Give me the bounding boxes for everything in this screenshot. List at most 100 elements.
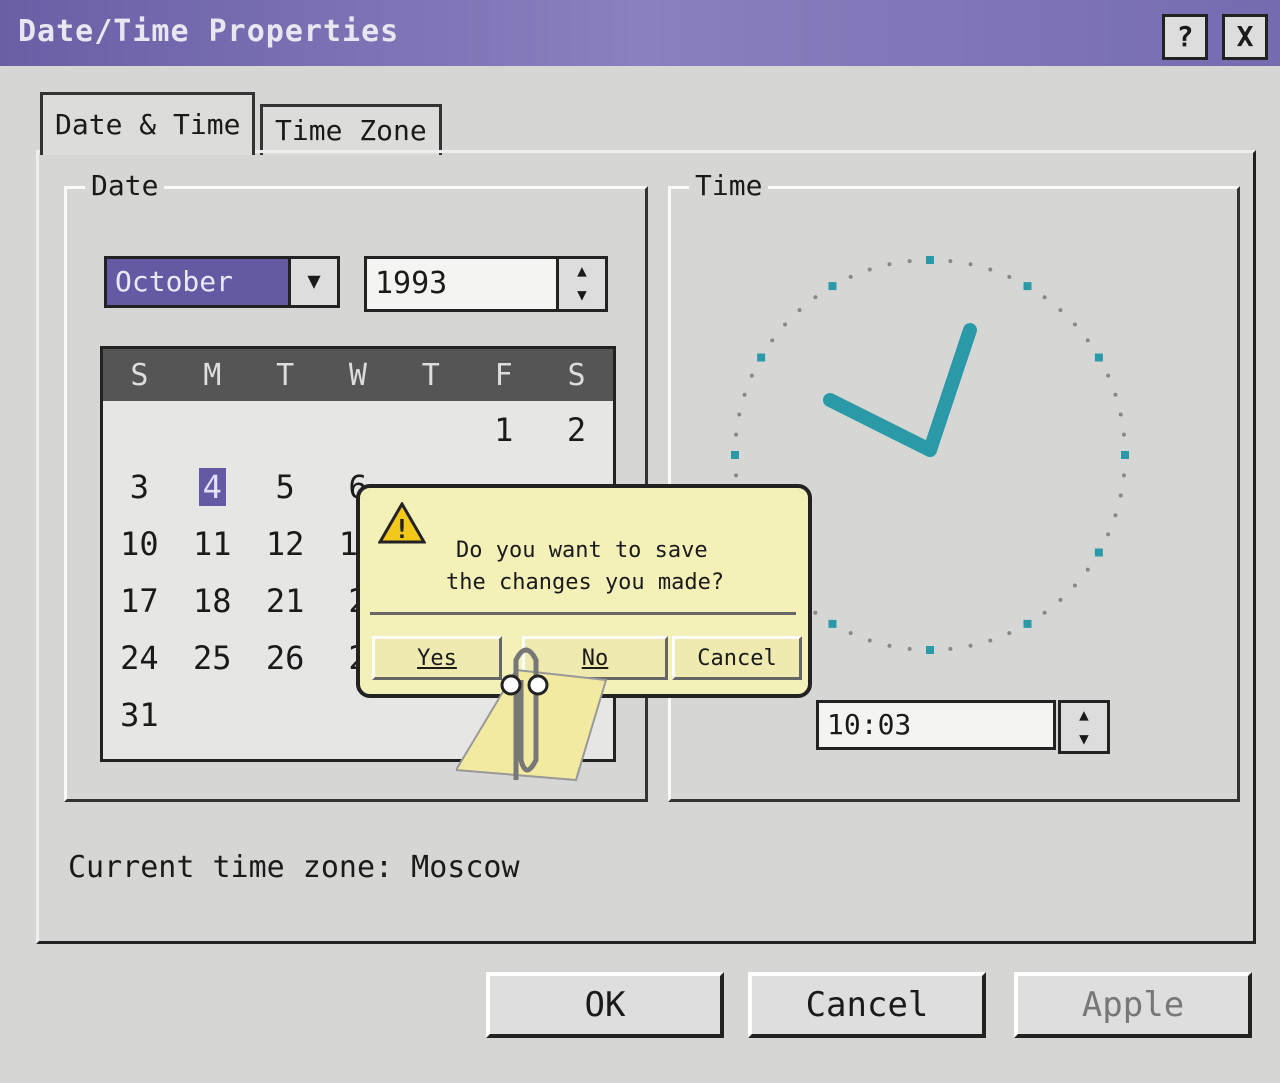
day-number[interactable]: 25 [193,639,232,677]
minute-mark [1118,412,1123,417]
day-number[interactable]: 2 [567,411,586,449]
hour-mark [731,451,739,459]
time-field[interactable]: 10:03 [816,700,1056,750]
weekday-label: T [421,357,440,393]
minute-mark [734,432,739,437]
minute-mark [948,259,953,264]
minute-mark [1085,567,1090,572]
day-number[interactable]: 26 [266,639,305,677]
calendar-day[interactable]: 2 [540,401,613,458]
time-group-label: Time [689,169,769,202]
year-field[interactable]: 1993 [364,256,562,312]
minute-mark [848,631,853,636]
minute-mark [988,267,993,272]
dialog-message-line1: Do you want to save [456,538,708,563]
calendar-day [176,401,249,458]
minute-mark [948,646,953,651]
minute-mark [1058,308,1063,313]
hour-mark [1023,619,1032,628]
day-number[interactable]: 12 [266,525,305,563]
minute-mark [867,638,872,643]
minute-mark [848,274,853,279]
svg-text:!: ! [394,515,410,544]
minute-mark [813,610,818,615]
minute-mark [1118,493,1123,498]
day-number[interactable]: 11 [193,525,232,563]
calendar-weekday-header: SMTWTFS [103,349,613,401]
day-number[interactable]: 3 [130,468,149,506]
minute-mark [1106,532,1111,537]
day-number[interactable]: 18 [193,582,232,620]
tab-time-zone[interactable]: Time Zone [260,104,442,155]
title-bar: Date/Time Properties ? X [0,0,1280,66]
hour-mark [1121,451,1129,459]
calendar-day[interactable]: 10 [103,515,176,572]
calendar-day [249,686,322,743]
month-dropdown-button[interactable]: ▼ [288,256,340,308]
weekday-label: S [130,357,149,393]
weekday-label: S [567,357,586,393]
weekday-label: W [348,357,367,393]
cancel-button[interactable]: Cancel [748,972,986,1038]
minute-hand [923,323,977,457]
minute-mark [1042,295,1047,300]
day-number[interactable]: 31 [120,696,159,734]
calendar-day[interactable]: 5 [249,458,322,515]
help-button[interactable]: ? [1162,14,1208,60]
calendar-day[interactable]: 4 [176,458,249,515]
hour-mark [757,353,766,362]
calendar-day[interactable]: 31 [103,686,176,743]
day-number[interactable]: 17 [120,582,159,620]
calendar-day[interactable]: 12 [249,515,322,572]
minute-mark [770,338,775,343]
calendar-day[interactable]: 11 [176,515,249,572]
minute-mark [907,646,912,651]
minute-mark [797,308,802,313]
minute-mark [968,262,973,267]
calendar-day[interactable]: 17 [103,572,176,629]
calendar-day[interactable]: 1 [467,401,540,458]
day-number[interactable]: 21 [266,582,305,620]
date-group-label: Date [85,169,165,202]
day-number[interactable]: 1 [494,411,513,449]
calendar-day[interactable]: 3 [103,458,176,515]
day-number[interactable]: 10 [120,525,159,563]
minute-mark [887,643,892,648]
hour-mark [828,619,837,628]
minute-mark [1106,373,1111,378]
dialog-divider [370,612,796,615]
day-number[interactable]: 24 [120,639,159,677]
minute-mark [1007,274,1012,279]
weekday-label: T [276,357,295,393]
close-button[interactable]: X [1222,14,1268,60]
calendar-day[interactable]: 24 [103,629,176,686]
minute-mark [1042,610,1047,615]
minute-mark [887,262,892,267]
minute-mark [742,392,747,397]
minute-mark [1113,513,1118,518]
month-select[interactable]: October [104,256,298,308]
apply-button[interactable]: Apple [1014,972,1252,1038]
selected-day[interactable]: 4 [198,467,226,506]
paperclip-assistant-icon [456,647,608,782]
minute-mark [907,259,912,264]
minute-mark [968,643,973,648]
year-spinner[interactable]: ▲ ▼ [556,256,608,312]
calendar-day[interactable]: 18 [176,572,249,629]
minute-mark [1007,631,1012,636]
minute-mark [1058,597,1063,602]
minute-mark [1121,432,1126,437]
calendar-day[interactable]: 21 [249,572,322,629]
calendar-day[interactable]: 26 [249,629,322,686]
day-number[interactable]: 5 [276,468,295,506]
minute-mark [1072,322,1077,327]
tab-date-time[interactable]: Date & Time [40,92,256,155]
calendar-day [103,401,176,458]
ok-button[interactable]: OK [486,972,724,1038]
calendar-day[interactable]: 25 [176,629,249,686]
warning-icon: ! [378,502,426,544]
time-spinner[interactable]: ▲ ▼ [1058,700,1110,754]
calendar-day [249,401,322,458]
weekday-label: M [203,357,222,393]
dialog-cancel-button[interactable]: Cancel [672,636,802,680]
